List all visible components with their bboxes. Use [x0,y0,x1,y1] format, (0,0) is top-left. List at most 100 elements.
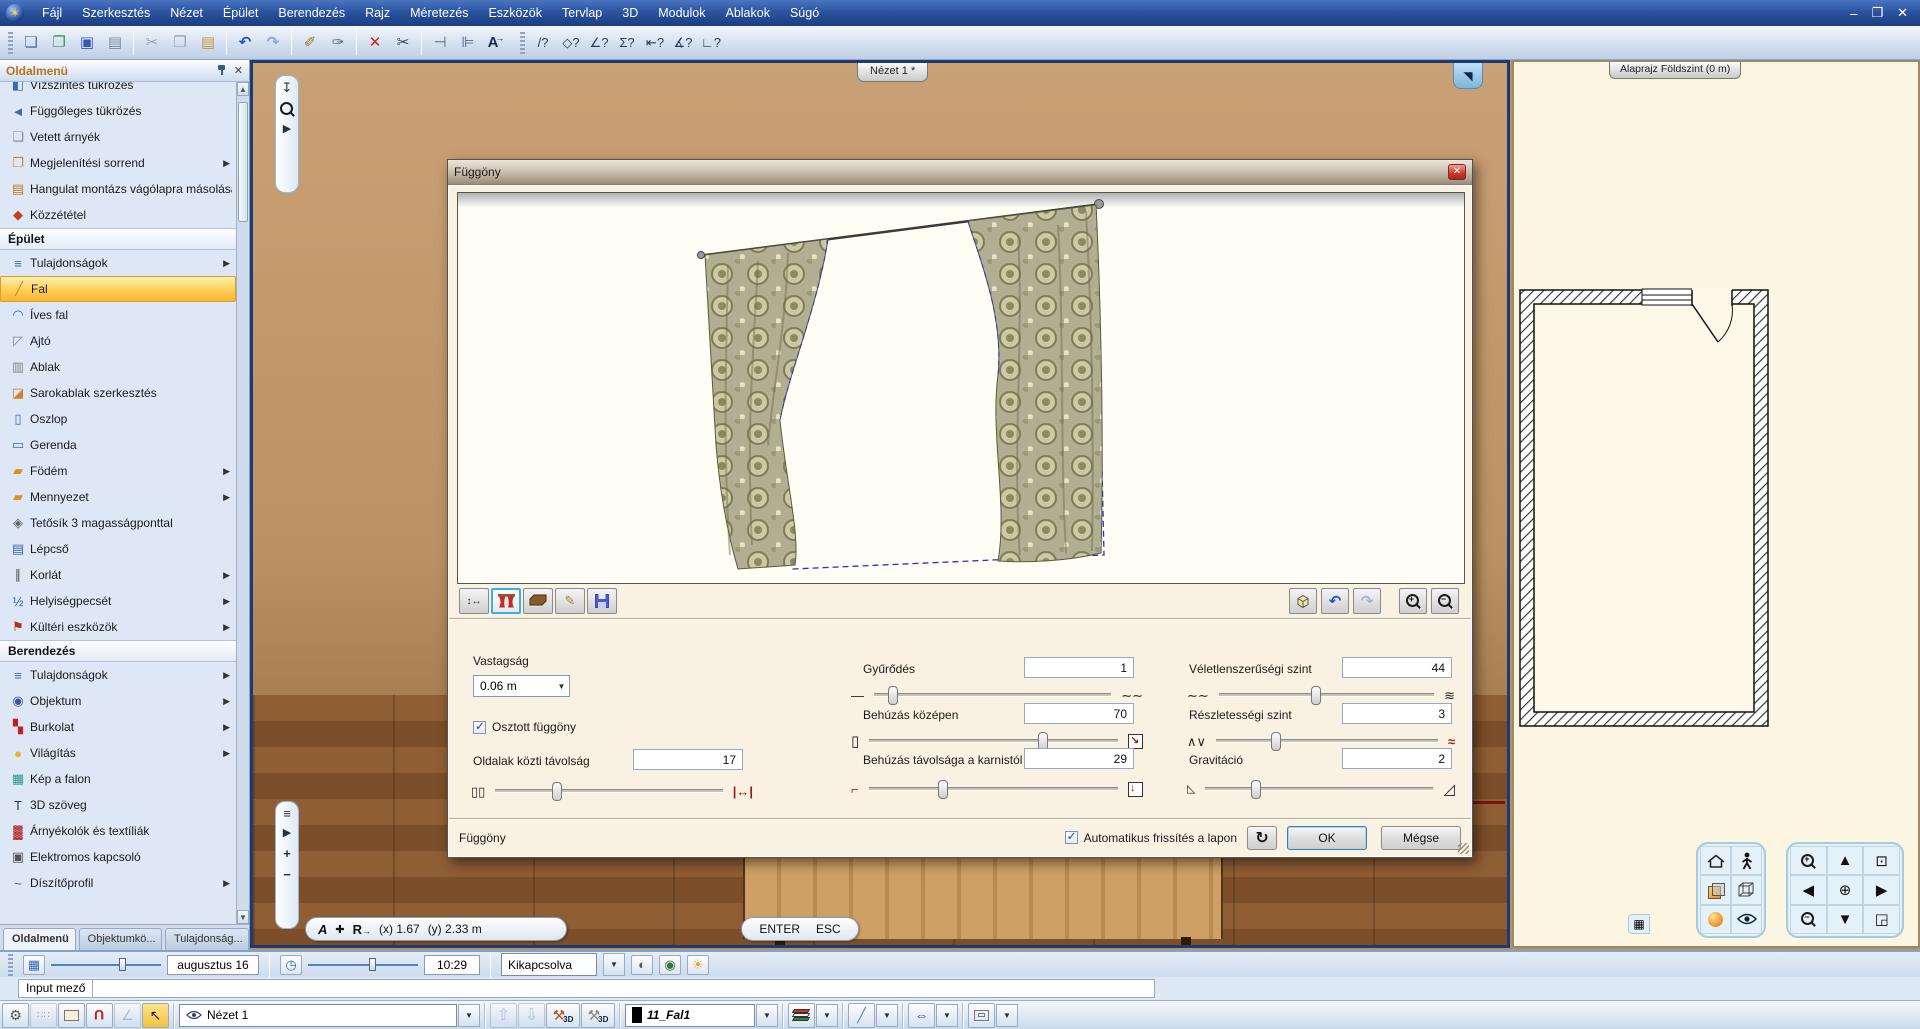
command-input[interactable] [93,979,1156,998]
menu-fájl[interactable]: Fájl [32,0,72,26]
grid-toggle-button[interactable]: ∷∷ [30,1002,57,1028]
sidebar-item-kozzetetel[interactable]: ◆ Közzététel [0,202,236,228]
snap-button[interactable]: U [86,1002,113,1028]
view-select[interactable]: Nézet 1 [179,1003,457,1027]
auto-refresh-checkbox[interactable] [1064,829,1078,844]
zoom-fit-button[interactable]: ⊡ [1863,846,1900,876]
sidebar-item-oszlop[interactable]: ▯ Oszlop [0,406,236,432]
query-angle-abs-button[interactable]: ∡? [670,30,696,56]
pullin-rod-input[interactable] [1024,748,1134,769]
undo-button[interactable]: ↶ [232,30,258,56]
expand-triangle-icon[interactable]: ▶ [283,828,291,839]
close-icon[interactable]: ✕ [234,64,243,77]
sidebar-item-tulajdonsagok-berendezes[interactable]: ≡ Tulajdonságok ▶ [0,662,236,688]
sidebar-tab-tulajdons-g-[interactable]: Tulajdonság... [164,928,250,950]
menu-épület[interactable]: Épület [213,0,268,26]
randomness-input[interactable] [1342,657,1452,678]
visibility-button[interactable] [1731,904,1762,934]
open-file-button[interactable]: ❐ [46,30,72,56]
tab-curtain[interactable] [491,588,521,614]
detail-input[interactable] [1342,703,1452,724]
layout-grid-button[interactable]: ▦ [1628,914,1650,934]
guide-lines-button[interactable]: ∠ [114,1002,141,1028]
wrinkle-input[interactable] [1024,657,1134,678]
chevron-down-icon[interactable]: ▼ [756,1003,778,1027]
walk-mode-button[interactable] [1731,846,1762,876]
calendar-button[interactable]: ▦ [23,954,45,975]
layers-button[interactable] [788,1002,815,1028]
zoom-out-button[interactable]: − [1790,904,1827,934]
thickness-select[interactable]: 0.06 m ▼ [473,675,570,697]
plus-icon[interactable]: + [283,847,291,860]
query-offset-button[interactable]: ⇤? [642,30,668,56]
pullin-rod-slider[interactable]: ⌐ ↓ [851,778,1143,800]
zoom-in-button[interactable]: + [1399,588,1427,614]
slider-thumb[interactable] [938,780,949,799]
pan-down-button[interactable]: ▼ [1826,904,1864,934]
scrollbar-thumb[interactable] [238,102,248,222]
workplane-button[interactable] [58,1002,85,1028]
esc-key-button[interactable]: ESC [816,922,841,936]
sidebar-item-3d-szoveg[interactable]: T 3D szöveg [0,792,236,818]
sidebar-item-lepcso[interactable]: ▤ Lépcső [0,536,236,562]
slider-thumb[interactable] [1310,686,1321,705]
pane-collapse-button[interactable]: ◥ [1453,63,1483,89]
sidebar-tab-objektumk-[interactable]: Objektumkö... [78,928,162,950]
time-field[interactable]: 10:29 [424,954,480,975]
cut-button[interactable]: ✂ [139,30,165,56]
chevron-down-icon[interactable]: ▼ [996,1003,1018,1027]
format-brush-button[interactable]: ✐ [297,30,323,56]
wireframe-view-button[interactable] [1731,875,1762,905]
zoom-window-button[interactable]: ◲ [1863,904,1900,934]
maximize-button[interactable]: ❐ [1871,5,1883,21]
enter-key-button[interactable]: ENTER [759,922,800,936]
shadow-mode-select[interactable]: Kikapcsolva [501,953,597,976]
hatch-style-button[interactable] [968,1002,995,1028]
split-curtain-row[interactable]: Osztott függöny [473,719,576,734]
view-tab[interactable]: Nézet 1 * [857,63,929,82]
shadow-button[interactable]: ◐ [631,954,653,975]
refresh-button[interactable]: ↻ [1247,825,1277,850]
sidebar-tab-oldalmen-[interactable]: Oldalmenü [3,928,76,950]
line-style-button[interactable]: ╱ [848,1002,875,1028]
pan-left-button[interactable]: ◀ [1790,875,1827,905]
menu-ablakok[interactable]: Ablakok [715,0,779,26]
tab-save[interactable] [587,588,617,614]
zoom-icon[interactable] [280,102,294,116]
move-down-level-button[interactable]: ⇩ [518,1002,545,1028]
slider-thumb[interactable] [887,686,898,705]
date-slider[interactable] [51,957,161,972]
pullin-center-input[interactable] [1024,703,1134,724]
line-weight-button[interactable]: ⇔ [908,1002,935,1028]
text-direction-button[interactable]: A → [483,30,509,56]
layer-select[interactable]: 11_Fal1 [625,1003,755,1027]
pin-icon[interactable] [216,64,228,77]
offset-button[interactable]: ⊫ [455,30,481,56]
orbit-button[interactable]: ⊕ [1826,875,1864,905]
sidebar-item-ablak[interactable]: ▥ Ablak [0,354,236,380]
scroll-up-icon[interactable]: ▲ [237,82,249,96]
sidebar-item-vilagitas[interactable]: ● Világítás ▶ [0,740,236,766]
split-curtain-checkbox[interactable] [473,719,486,734]
gravity-input[interactable] [1342,748,1452,769]
time-slider[interactable] [308,957,418,972]
menu-méretezés[interactable]: Méretezés [400,0,478,26]
minimize-button[interactable]: – [1850,6,1857,21]
paste-button[interactable]: ▤ [195,30,221,56]
clock-button[interactable]: ◷ [280,954,302,975]
redo-button[interactable]: ↷ [260,30,286,56]
query-sum-button[interactable]: Σ? [614,30,640,56]
toolbar-grip[interactable] [8,953,13,976]
zoom-in-button[interactable]: + [1790,846,1827,876]
toolbar-grip[interactable] [520,31,525,54]
slider-thumb[interactable] [1270,732,1281,751]
sidebar-item-hangulat-montazs[interactable]: ▤ Hangulat montázs vágólapra másolása [0,176,236,202]
menu-berendezés[interactable]: Berendezés [268,0,355,26]
new-file-button[interactable]: ❏ [18,30,44,56]
undo-button[interactable]: ↶ [1321,588,1349,614]
chevron-down-icon[interactable]: ▼ [936,1003,958,1027]
join-edges-button[interactable]: ⊣ [427,30,453,56]
pan-right-button[interactable]: ▶ [1863,875,1900,905]
tab-material[interactable]: ✎ [555,588,585,614]
query-angle-button[interactable]: ∠? [586,30,612,56]
